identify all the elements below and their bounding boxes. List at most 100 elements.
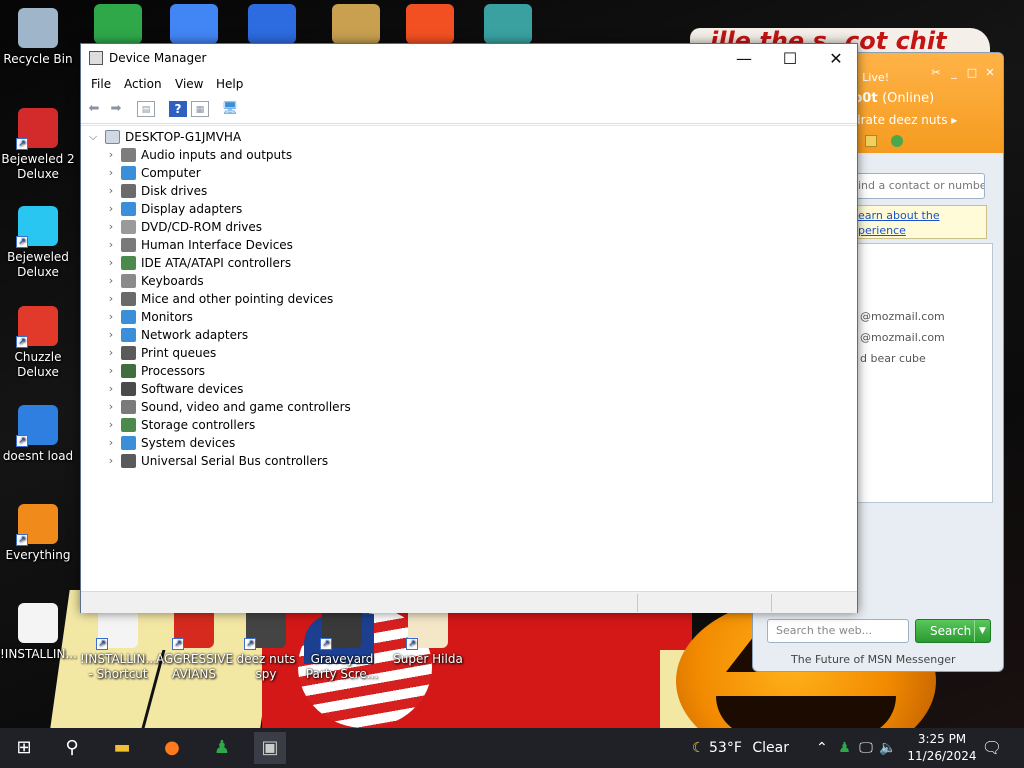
search-icon[interactable]: ⚲ [56, 732, 88, 764]
contact-item[interactable]: d bear cube [860, 352, 926, 365]
device-manager-window[interactable]: Device Manager — ☐ ✕ File Action View He… [80, 43, 858, 613]
volume-icon[interactable]: 🔈 [879, 740, 896, 756]
msn-promo-link[interactable]: earn about the perience [853, 205, 987, 239]
msn-user-name[interactable]: b0t (Online) [853, 91, 934, 106]
minimize-icon[interactable]: _ [947, 67, 961, 79]
chevron-up-icon[interactable]: ⌃ [816, 740, 828, 756]
chrome-icon[interactable] [170, 4, 218, 44]
desktop-icon[interactable]: ↗ Graveyard Party Scre... [304, 608, 380, 682]
desktop-icon[interactable]: ↗ !INSTALLIN... - Shortcut [80, 608, 157, 682]
desktop-icon[interactable]: ↗ Bejeweled Deluxe [0, 206, 76, 280]
desktop-icon[interactable]: ↗ Chuzzle Deluxe [0, 306, 76, 380]
chevron-right-icon[interactable]: › [105, 164, 117, 182]
chevron-right-icon[interactable]: › [105, 434, 117, 452]
device-category[interactable]: › Keyboards [105, 272, 425, 290]
desktop-icon[interactable]: !INSTALLIN... [0, 603, 77, 662]
chevron-right-icon[interactable]: › [105, 272, 117, 290]
contact-list[interactable]: @mozmail.com @mozmail.com d bear cube [853, 243, 993, 503]
weather-widget[interactable]: ☾ 53°F Clear [692, 728, 789, 768]
device-category[interactable]: › Disk drives [105, 182, 425, 200]
maximize-button[interactable]: ☐ [767, 44, 813, 74]
device-category[interactable]: › Storage controllers [105, 416, 425, 434]
menu-help[interactable]: Help [216, 77, 243, 91]
chevron-right-icon[interactable]: › [105, 200, 117, 218]
file-explorer-icon[interactable]: ▬ [106, 732, 138, 764]
paint-icon[interactable] [248, 4, 296, 44]
maximize-icon[interactable]: □ [965, 67, 979, 79]
device-category[interactable]: › Print queues [105, 344, 425, 362]
menu-view[interactable]: View [175, 77, 203, 91]
desktop-icon[interactable]: ↗ deez nuts spy [228, 608, 304, 682]
desktop-icon[interactable]: ↗ Super Hilda [390, 608, 466, 667]
minimize-button[interactable]: — [721, 44, 767, 74]
anime-character-icon[interactable] [484, 4, 532, 44]
chevron-right-icon[interactable]: › [105, 308, 117, 326]
menu-file[interactable]: File [91, 77, 111, 91]
chevron-right-icon[interactable]: › [105, 326, 117, 344]
notification-icon[interactable]: 🗨 [980, 732, 1004, 764]
device-category[interactable]: › Software devices [105, 380, 425, 398]
desktop-icon[interactable]: ↗ AGGRESSIVE AVIANS [156, 608, 233, 682]
chevron-right-icon[interactable]: › [105, 290, 117, 308]
device-category[interactable]: › IDE ATA/ATAPI controllers [105, 254, 425, 272]
msn-tray-icon[interactable]: ♟ [838, 740, 851, 756]
device-category[interactable]: › Display adapters [105, 200, 425, 218]
windows-flag-icon[interactable] [406, 4, 454, 44]
chevron-right-icon[interactable]: › [105, 182, 117, 200]
desktop-icon[interactable]: ↗ doesnt load [0, 405, 76, 464]
close-button[interactable]: ✕ [813, 44, 859, 74]
device-category[interactable]: › Monitors [105, 308, 425, 326]
desktop-icon[interactable]: ↗ Bejeweled 2 Deluxe [0, 108, 76, 182]
scan-hardware-icon[interactable]: 🖥 [221, 101, 239, 117]
close-icon[interactable]: ✕ [983, 67, 997, 79]
device-category[interactable]: › DVD/CD-ROM drives [105, 218, 425, 236]
contact-item[interactable]: @mozmail.com [860, 331, 945, 344]
msn-people-icon[interactable] [94, 4, 142, 44]
device-manager-taskbar-icon[interactable]: ▣ [254, 732, 286, 764]
chevron-down-icon[interactable]: ▼ [974, 620, 990, 642]
msn-people-icon[interactable]: ♟ [206, 732, 238, 764]
desktop-icon[interactable]: ↗ Everything [0, 504, 76, 563]
title-bar[interactable]: Device Manager — ☐ ✕ [81, 44, 857, 74]
msn-options-icon[interactable]: ✂ [929, 67, 943, 79]
msn-personal-message[interactable]: drate deez nuts ▸ [853, 113, 957, 127]
device-category[interactable]: › Audio inputs and outputs [105, 146, 425, 164]
back-arrow-icon[interactable]: ⬅ [85, 101, 103, 117]
chevron-right-icon[interactable]: › [105, 362, 117, 380]
device-category[interactable]: › Processors [105, 362, 425, 380]
device-tree[interactable]: ⌵ DESKTOP-G1JMVHA › Audio inputs and outp… [81, 125, 857, 591]
menu-action[interactable]: Action [124, 77, 162, 91]
chevron-right-icon[interactable]: › [105, 254, 117, 272]
device-category[interactable]: › Universal Serial Bus controllers [105, 452, 425, 470]
device-category[interactable]: › Network adapters [105, 326, 425, 344]
find-contact-input[interactable]: ind a contact or numbe [853, 173, 985, 199]
show-hide-console-tree-icon[interactable]: ▤ [137, 101, 155, 117]
msn-user-status[interactable]: (Online) [882, 91, 934, 106]
chevron-right-icon[interactable]: › [105, 416, 117, 434]
web-search-input[interactable]: Search the web... [767, 619, 909, 643]
chevron-right-icon[interactable]: › [105, 398, 117, 416]
chevron-right-icon[interactable]: › [105, 380, 117, 398]
chevron-right-icon[interactable]: › [105, 344, 117, 362]
device-category[interactable]: › Mice and other pointing devices [105, 290, 425, 308]
device-category[interactable]: › Sound, video and game controllers [105, 398, 425, 416]
tree-root[interactable]: ⌵ DESKTOP-G1JMVHA [87, 128, 387, 146]
chevron-down-icon[interactable]: ⌵ [87, 128, 99, 146]
msn-butterfly-icon[interactable] [891, 135, 903, 147]
chevron-right-icon[interactable]: › [105, 218, 117, 236]
chevron-right-icon[interactable]: › [105, 146, 117, 164]
chevron-right-icon[interactable]: › [105, 452, 117, 470]
network-icon[interactable]: 🖵 [859, 740, 873, 756]
game-icon[interactable] [332, 4, 380, 44]
clock[interactable]: 3:25 PM 11/26/2024 [902, 731, 982, 765]
desktop-icon[interactable]: Recycle Bin [0, 8, 76, 67]
device-category[interactable]: › Computer [105, 164, 425, 182]
windows-start-icon[interactable]: ⊞ [8, 732, 40, 764]
firefox-icon[interactable]: ● [156, 732, 188, 764]
contact-item[interactable]: @mozmail.com [860, 310, 945, 323]
chevron-right-icon[interactable]: › [105, 236, 117, 254]
device-category[interactable]: › Human Interface Devices [105, 236, 425, 254]
mail-icon[interactable] [865, 135, 877, 147]
device-category[interactable]: › System devices [105, 434, 425, 452]
web-search-button[interactable]: Search ▼ [915, 619, 991, 643]
